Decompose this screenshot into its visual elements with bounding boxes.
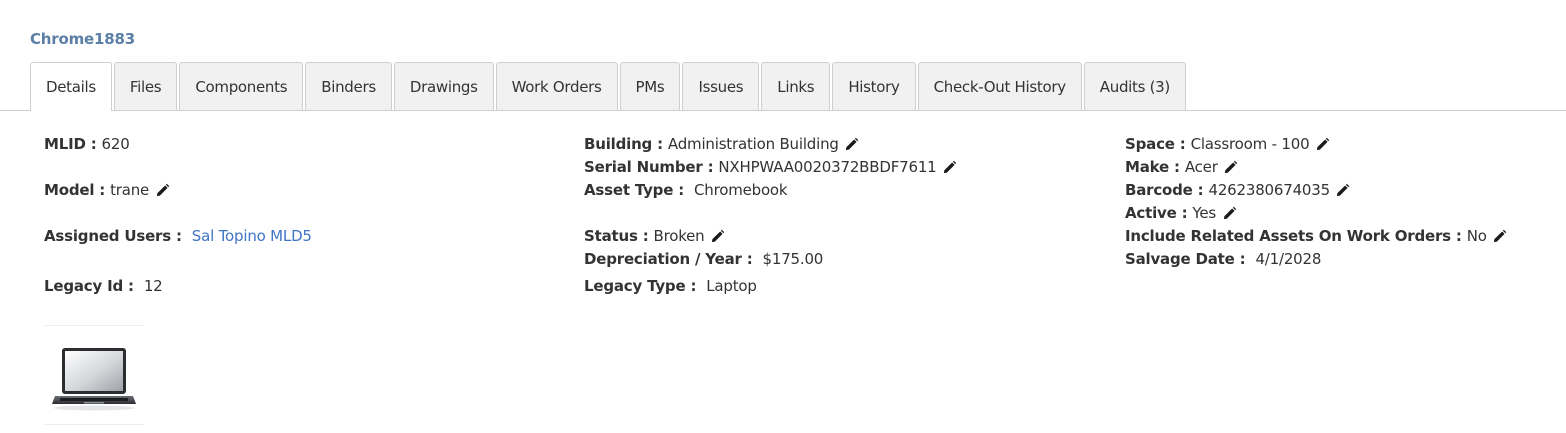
tab-work-orders[interactable]: Work Orders [495, 62, 618, 110]
field-legacy-type: Legacy Type : Laptop [584, 276, 757, 296]
laptop-image [52, 348, 136, 411]
field-label: Model : [44, 181, 106, 199]
field-assigned-users: Assigned Users : Sal Topino MLD5 [44, 226, 312, 246]
asset-title: Chrome1883 [30, 30, 135, 48]
field-label: Legacy Id : [44, 277, 134, 295]
field-value: $175.00 [762, 250, 824, 268]
pencil-icon[interactable] [1314, 136, 1330, 152]
field-value: 12 [143, 277, 163, 295]
tab-files[interactable]: Files [113, 62, 178, 110]
field-status: Status : Broken [584, 226, 726, 246]
pencil-icon[interactable] [1335, 182, 1351, 198]
field-label: Building : [584, 135, 663, 153]
field-label: Status : [584, 227, 649, 245]
pencil-icon[interactable] [1492, 228, 1508, 244]
field-value: 4/1/2028 [1255, 250, 1322, 268]
field-building: Building : Administration Building [584, 134, 860, 154]
field-salvage-date: Salvage Date : 4/1/2028 [1125, 249, 1321, 269]
pencil-icon[interactable] [1223, 159, 1239, 175]
field-value: Broken [653, 227, 705, 245]
tab-issues[interactable]: Issues [682, 62, 760, 110]
tab-audits[interactable]: Audits (3) [1083, 62, 1186, 110]
field-value: Administration Building [667, 135, 839, 153]
field-model: Model : trane [44, 180, 170, 200]
field-active: Active : Yes [1125, 203, 1237, 223]
field-value: Acer [1184, 158, 1218, 176]
field-value: No [1466, 227, 1487, 245]
field-label: Space : [1125, 135, 1186, 153]
field-value: 620 [101, 135, 130, 153]
tab-details[interactable]: Details [30, 62, 112, 111]
field-mlid: MLID : 620 [44, 134, 130, 154]
tab-check-out-history[interactable]: Check-Out History [917, 62, 1082, 110]
field-value: Yes [1192, 204, 1217, 222]
tab-history[interactable]: History [832, 62, 916, 110]
field-value: trane [110, 181, 150, 199]
field-label: Salvage Date : [1125, 250, 1246, 268]
pencil-icon[interactable] [844, 136, 860, 152]
tab-pms[interactable]: PMs [619, 62, 681, 110]
tab-binders[interactable]: Binders [305, 62, 392, 110]
field-value: NXHPWAA0020372BBDF7611 [718, 158, 937, 176]
field-depreciation: Depreciation / Year : $175.00 [584, 249, 823, 269]
tab-components[interactable]: Components [179, 62, 304, 110]
field-label: Assigned Users : [44, 227, 182, 245]
asset-thumbnail[interactable] [44, 325, 144, 425]
field-label: Barcode : [1125, 181, 1204, 199]
field-label: Active : [1125, 204, 1188, 222]
field-make: Make : Acer [1125, 157, 1239, 177]
field-label: Depreciation / Year : [584, 250, 753, 268]
field-label: Asset Type : [584, 181, 684, 199]
field-value: Chromebook [694, 181, 788, 199]
field-label: Make : [1125, 158, 1180, 176]
field-label: Serial Number : [584, 158, 714, 176]
field-serial-number: Serial Number : NXHPWAA0020372BBDF7611 [584, 157, 958, 177]
assigned-user-link[interactable]: Sal Topino MLD5 [192, 227, 312, 245]
field-label: MLID : [44, 135, 97, 153]
field-value: 4262380674035 [1208, 181, 1330, 199]
tab-links[interactable]: Links [761, 62, 831, 110]
pencil-icon[interactable] [942, 159, 958, 175]
field-include-related-assets: Include Related Assets On Work Orders : … [1125, 226, 1508, 246]
tab-bar: Details Files Components Binders Drawing… [30, 62, 1188, 111]
field-asset-type: Asset Type : Chromebook [584, 180, 788, 200]
field-value: Classroom - 100 [1190, 135, 1310, 153]
field-space: Space : Classroom - 100 [1125, 134, 1330, 154]
field-label: Legacy Type : [584, 277, 697, 295]
field-label: Include Related Assets On Work Orders : [1125, 227, 1462, 245]
field-legacy-id: Legacy Id : 12 [44, 276, 163, 296]
tab-drawings[interactable]: Drawings [393, 62, 494, 110]
pencil-icon[interactable] [710, 228, 726, 244]
pencil-icon[interactable] [154, 182, 170, 198]
pencil-icon[interactable] [1221, 205, 1237, 221]
field-value: Laptop [706, 277, 757, 295]
field-barcode: Barcode : 4262380674035 [1125, 180, 1351, 200]
